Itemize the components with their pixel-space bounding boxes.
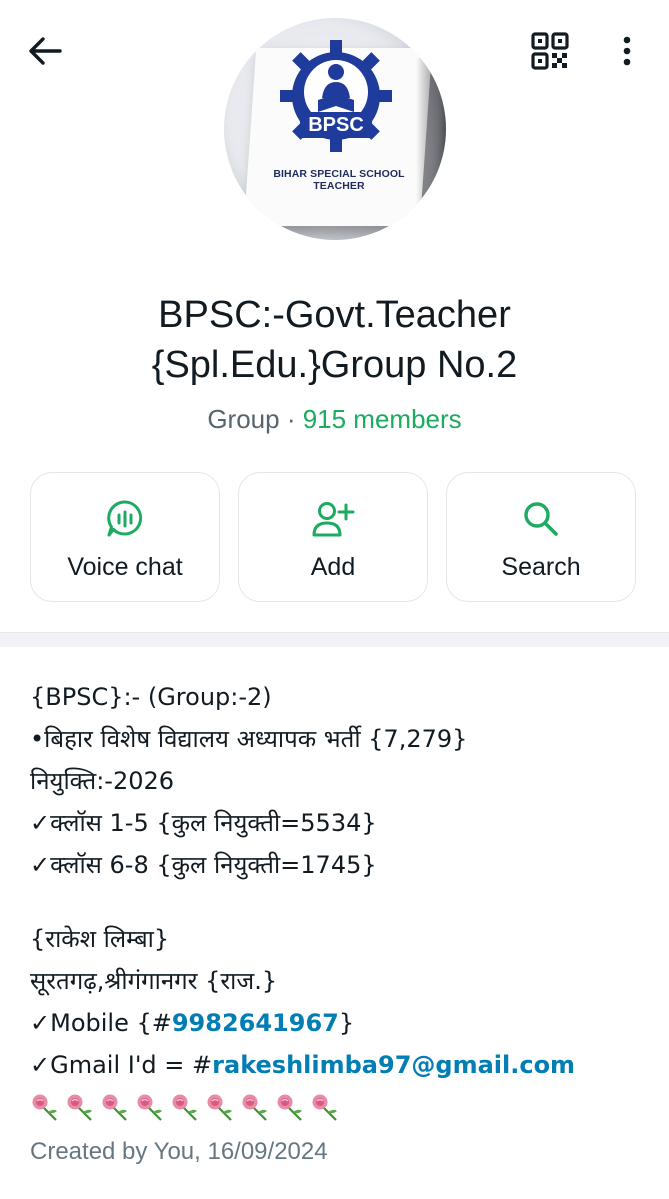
add-label: Add (310, 553, 356, 581)
group-name: BPSC:-Govt.Teacher {Spl.Edu.}Group No.2 (40, 290, 629, 390)
voice-chat-button[interactable]: Voice chat (30, 472, 220, 602)
mobile-prefix: ✓Mobile {# (30, 1009, 172, 1037)
description-line: •बिहार विशेष विद्यालय अध्यापक भर्ती {7,2… (30, 725, 468, 753)
add-person-icon (312, 502, 355, 537)
description-line: {BPSC}:- (Group:-2) (30, 683, 272, 711)
more-vertical-icon (623, 36, 631, 66)
subtitle-separator: · (279, 404, 303, 434)
description-line: सूरतगढ़,श्रीगंगानगर {राज.} (30, 967, 278, 995)
rose-emoji-icon (312, 1094, 337, 1121)
group-name-line1: BPSC:-Govt.Teacher (158, 294, 511, 336)
more-options-button[interactable] (604, 28, 650, 74)
bpsc-logo-icon (280, 40, 392, 152)
description-line: ✓क्लॉस 1-5 {कुल नियुक्ती=5534} (30, 809, 377, 837)
group-description: {BPSC}:- (Group:-2) •बिहार विशेष विद्याल… (30, 676, 650, 1128)
rose-emoji-icon (102, 1094, 127, 1121)
flower-emoji-row (30, 1086, 650, 1128)
group-subtitle: Group · 915 members (40, 404, 629, 435)
rose-emoji-icon (172, 1094, 197, 1121)
group-name-line2: {Spl.Edu.}Group No.2 (151, 344, 518, 386)
rose-emoji-icon (137, 1094, 162, 1121)
qr-code-button[interactable] (522, 28, 578, 74)
mobile-line: ✓Mobile {#9982641967} (30, 1002, 650, 1044)
created-info: Created by You, 16/09/2024 (30, 1138, 328, 1165)
rose-emoji-icon (207, 1094, 232, 1121)
group-type: Group (207, 404, 280, 434)
voice-chat-icon (107, 500, 143, 537)
search-button[interactable]: Search (446, 472, 636, 602)
avatar-caption: BIHAR SPECIAL SCHOOL TEACHER (273, 168, 405, 192)
search-label: Search (501, 553, 581, 581)
gmail-prefix: ✓Gmail I'd = # (30, 1051, 213, 1079)
email-link[interactable]: rakeshlimba97@gmail.com (212, 1051, 575, 1079)
back-button[interactable] (20, 28, 70, 74)
rose-emoji-icon (242, 1094, 267, 1121)
description-line: नियुक्ति:-2026 (30, 767, 175, 795)
members-count[interactable]: 915 members (303, 404, 462, 434)
section-divider (0, 632, 669, 647)
action-buttons: Voice chat Add Search (30, 472, 639, 604)
group-avatar[interactable]: BPSC BIHAR SPECIAL SCHOOL TEACHER (224, 18, 446, 240)
avatar-shadow (416, 58, 446, 240)
qr-code-icon (531, 32, 569, 70)
arrow-left-icon (29, 37, 62, 65)
search-icon (524, 502, 558, 536)
gmail-line: ✓Gmail I'd = #rakeshlimba97@gmail.com (30, 1044, 650, 1086)
description-gap (30, 886, 650, 918)
rose-emoji-icon (32, 1094, 57, 1121)
voice-chat-label: Voice chat (67, 553, 183, 581)
description-line: ✓क्लॉस 6-8 {कुल नियुक्ती=1745} (30, 851, 377, 879)
add-button[interactable]: Add (238, 472, 428, 602)
rose-emoji-icon (277, 1094, 302, 1121)
rose-emoji-icon (67, 1094, 92, 1121)
phone-link[interactable]: 9982641967 (172, 1009, 339, 1037)
description-line: {राकेश लिम्बा} (30, 925, 170, 953)
mobile-suffix: } (338, 1009, 355, 1037)
bpsc-logo-text: BPSC (308, 113, 364, 136)
